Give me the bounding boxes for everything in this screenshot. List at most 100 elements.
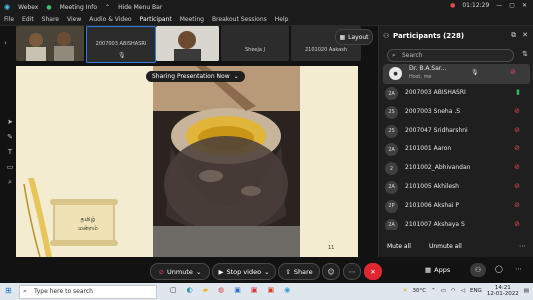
mute-all-button[interactable]: Mute all — [387, 243, 411, 250]
more-options-icon[interactable]: ⋯ — [519, 242, 526, 250]
mic-muted-icon[interactable]: ⊘ — [514, 126, 520, 134]
smiley-icon: ☺ — [327, 267, 335, 276]
close-icon[interactable]: ✕ — [522, 2, 527, 9]
participants-icon: ⚇ — [383, 32, 390, 40]
list-item[interactable]: 2A 2101005 Akhilesh ⊘ — [379, 178, 533, 197]
draw-icon[interactable]: ✎ — [6, 133, 14, 141]
hide-menu-bar-menu[interactable]: Hide Menu Bar — [118, 4, 162, 11]
task-view-icon[interactable]: ▢ — [170, 286, 177, 294]
list-item[interactable]: 2A 2007003 ABISHASRI ▮ — [379, 84, 533, 103]
menu-help[interactable]: Help — [275, 16, 289, 23]
menu-edit[interactable]: Edit — [22, 16, 34, 23]
meeting-timer: 01:12:29 — [462, 2, 490, 9]
webex-taskbar-icon[interactable]: ◉ — [284, 286, 290, 294]
layout-button[interactable]: ▦ Layout — [335, 29, 373, 45]
share-button[interactable]: ⇪ Share — [278, 263, 320, 280]
video-thumbnail[interactable]: 2007003 ABISHASRI 🎙 — [86, 26, 156, 63]
participant-row-host[interactable]: ● Dr. B.A.Sar... Host, me 🎙 ⊘ — [383, 64, 530, 84]
search-icon: ⌕ — [23, 287, 27, 295]
mic-muted-icon[interactable]: ⊘ — [514, 163, 520, 171]
notifications-icon[interactable]: ▤ — [524, 288, 529, 294]
mic-muted-icon[interactable]: ⊘ — [514, 220, 520, 228]
unmute-button[interactable]: ⊘ Unmute ⌄ — [150, 263, 210, 280]
pointer-icon[interactable]: ➤ — [6, 118, 14, 126]
panel-close-icon[interactable]: ✕ — [522, 31, 528, 40]
search-placeholder: Search — [402, 52, 423, 59]
network-icon[interactable]: ▭ — [441, 288, 446, 294]
minimize-icon[interactable]: — — [496, 2, 502, 9]
maximize-icon[interactable]: ▢ — [509, 2, 515, 9]
apps-button[interactable]: ▦ Apps — [425, 266, 450, 274]
menu-view[interactable]: View — [67, 16, 81, 23]
participant-search-input[interactable]: ⌕ Search — [387, 49, 514, 62]
menu-breakout-sessions[interactable]: Breakout Sessions — [212, 16, 267, 23]
mic-muted-icon: 🎙 — [118, 52, 126, 59]
sharing-banner[interactable]: Sharing Presentation Now ⌄ — [146, 71, 245, 82]
unmute-all-button[interactable]: Unmute all — [429, 243, 462, 250]
taskbar-clock[interactable]: 14:21 12-01-2022 — [487, 285, 519, 297]
hide-menu-bar-icon[interactable]: ⌃ — [105, 4, 110, 11]
file-explorer-icon[interactable]: ▰ — [203, 286, 208, 294]
menu-share[interactable]: Share — [42, 16, 59, 23]
avatar: 2A — [385, 180, 398, 194]
participants-footer: Mute all Unmute all — [387, 243, 462, 250]
list-item[interactable]: 2A 2101001 Aaron ⊘ — [379, 140, 533, 159]
more-panels-icon[interactable]: ⋯ — [515, 265, 522, 273]
zoom-icon[interactable]: ⌕ — [6, 178, 14, 186]
camera-icon: ▶ — [218, 267, 224, 276]
shared-presentation: தமிழ் மன்றம் 11 — [16, 66, 358, 257]
list-item[interactable]: 2A 2101007 Akshaya S ⊘ — [379, 216, 533, 230]
mic-muted-icon[interactable]: ⊘ — [514, 107, 520, 115]
eraser-icon[interactable]: ▭ — [6, 163, 14, 171]
chevron-down-icon: ⌄ — [264, 267, 270, 276]
text-icon[interactable]: T — [6, 148, 14, 156]
video-thumbnail[interactable] — [16, 26, 84, 61]
menu-file[interactable]: File — [4, 16, 14, 23]
list-item[interactable]: 2S 2007047 Sridharshni ⊘ — [379, 122, 533, 141]
end-call-button[interactable]: ✕ — [364, 263, 382, 280]
office-icon[interactable]: ▣ — [267, 286, 274, 294]
edge-icon[interactable]: ◐ — [187, 286, 193, 294]
video-thumbnail[interactable]: Sheeja J — [221, 26, 289, 61]
windows-start-icon[interactable]: ⊞ — [5, 286, 12, 295]
meeting-info-menu[interactable]: Meeting Info — [60, 4, 97, 11]
menu-participant[interactable]: Participant — [140, 16, 172, 23]
strip-prev-icon[interactable]: ‹ — [4, 39, 7, 47]
tray-expand-icon[interactable]: ⌃ — [431, 288, 436, 294]
mic-muted-icon[interactable]: ⊘ — [514, 144, 520, 152]
list-item[interactable]: 2P 2101006 Akshai P ⊘ — [379, 197, 533, 216]
store-icon[interactable]: ▣ — [234, 286, 241, 294]
wifi-icon[interactable]: ◠ — [451, 288, 456, 294]
avatar: 2 — [385, 162, 398, 176]
chrome-icon[interactable]: ◍ — [218, 286, 224, 294]
taskbar-search-input[interactable]: ⌕ Type here to search — [19, 285, 157, 299]
share-icon: ⇪ — [285, 267, 291, 276]
participant-role: Host, me — [409, 74, 432, 80]
more-button[interactable]: ⋯ — [343, 263, 361, 280]
thumbnail-name: 2101020 Aakash — [305, 47, 347, 53]
end-call-icon: ✕ — [370, 267, 376, 276]
layout-label: Layout — [348, 33, 369, 41]
volume-icon[interactable]: ◁ — [461, 288, 465, 294]
participants-toggle-icon[interactable]: ⚇ — [470, 263, 486, 277]
popout-icon[interactable]: ⧉ — [511, 31, 516, 40]
app-icon[interactable]: ▣ — [251, 286, 258, 294]
menu-audio-video[interactable]: Audio & Video — [89, 16, 131, 23]
stop-video-button[interactable]: ▶ Stop video ⌄ — [212, 263, 276, 280]
language-indicator[interactable]: ENG — [470, 288, 482, 294]
app-name: Webex — [18, 3, 39, 11]
meeting-controls: ⊘ Unmute ⌄ ▶ Stop video ⌄ ⇪ Share ☺ ⋯ ✕ … — [0, 258, 533, 282]
list-item[interactable]: 2S 2007003 Sneha .S ⊘ — [379, 103, 533, 122]
mic-muted-icon[interactable]: ⊘ — [514, 201, 520, 209]
mic-on-icon[interactable]: ▮ — [516, 88, 520, 96]
mic-muted-icon[interactable]: ⊘ — [514, 182, 520, 190]
list-item[interactable]: 2 2101002_Abhivandan ⊘ — [379, 159, 533, 178]
video-thumbnail[interactable] — [156, 26, 219, 61]
reactions-button[interactable]: ☺ — [322, 263, 340, 280]
meeting-info-icon[interactable]: ● — [46, 4, 51, 11]
menu-meeting[interactable]: Meeting — [180, 16, 204, 23]
chat-icon[interactable]: ◯ — [495, 265, 503, 273]
sort-icon[interactable]: ⇅ — [522, 50, 528, 58]
slide-page-number: 11 — [328, 245, 335, 251]
mic-muted-icon[interactable]: ⊘ — [510, 68, 516, 76]
